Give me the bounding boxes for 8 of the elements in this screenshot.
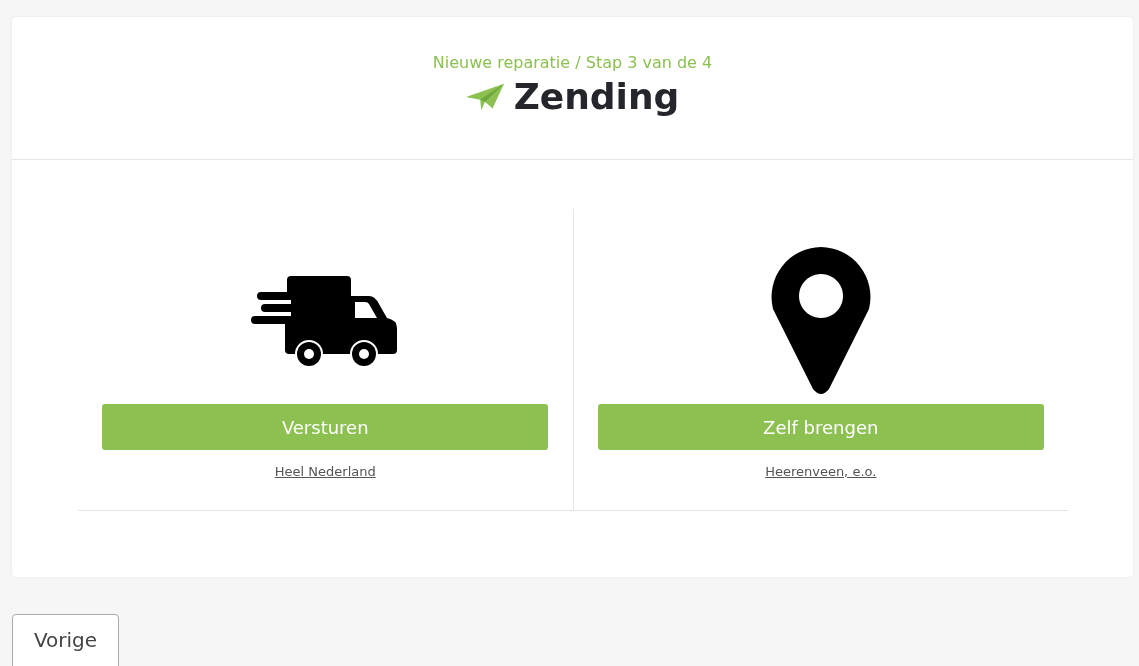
region-link[interactable]: Heerenveen, e.o. [765,464,877,479]
step-indicator: Nieuwe reparatie / Stap 3 van de 4 [432,53,713,72]
region-link[interactable]: Heel Nederland [274,464,376,479]
truck-icon [251,275,400,368]
page-title: Zending [513,76,680,117]
paper-plane-icon [465,81,504,112]
location-pin-icon [770,246,871,395]
back-button[interactable]: Vorige [12,614,119,666]
